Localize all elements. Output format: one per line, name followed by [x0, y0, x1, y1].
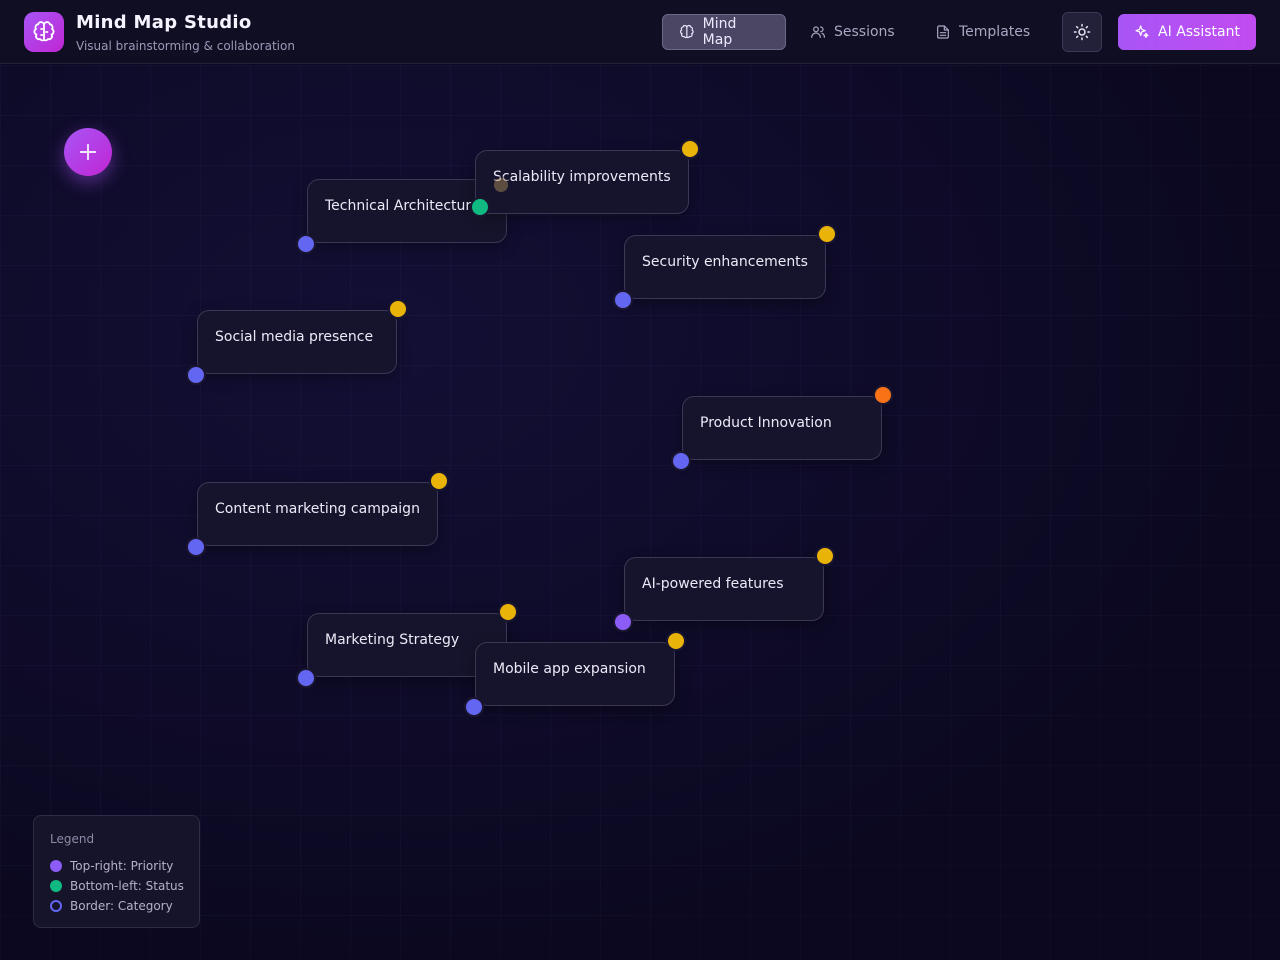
- nav-mind-map[interactable]: Mind Map: [662, 14, 786, 50]
- node-label: Marketing Strategy: [325, 632, 460, 648]
- node-label: Security enhancements: [642, 254, 808, 270]
- node-label: Product Innovation: [700, 415, 832, 431]
- node-scalability-improvements[interactable]: Scalability improvements: [475, 139, 700, 214]
- node-product-innovation[interactable]: Product Innovation: [671, 385, 893, 471]
- node-label: Mobile app expansion: [493, 661, 646, 677]
- node-label: AI-powered features: [642, 576, 784, 592]
- priority-dot[interactable]: [666, 631, 686, 651]
- nav-sessions[interactable]: Sessions: [794, 14, 911, 50]
- ai-assistant-button[interactable]: AI Assistant: [1118, 14, 1256, 50]
- status-dot[interactable]: [464, 697, 484, 717]
- nav-label: Templates: [959, 24, 1031, 40]
- legend-item-priority: Top-right: Priority: [50, 856, 199, 876]
- status-dot[interactable]: [613, 290, 633, 310]
- legend-label: Bottom-left: Status: [70, 879, 184, 893]
- status-dot[interactable]: [186, 537, 206, 557]
- legend-item-status: Bottom-left: Status: [50, 876, 199, 896]
- priority-dot[interactable]: [388, 299, 408, 319]
- node-label: Scalability improvements: [493, 169, 671, 185]
- nav-label: Sessions: [834, 24, 895, 40]
- app-title: Mind Map Studio: [76, 12, 252, 33]
- app-header: Mind Map Studio Visual brainstorming & c…: [0, 0, 1280, 64]
- status-dot[interactable]: [492, 176, 510, 194]
- sun-icon: [1073, 23, 1091, 41]
- node-social-media-presence[interactable]: Social media presence: [186, 299, 408, 385]
- ai-assistant-label: AI Assistant: [1158, 24, 1240, 40]
- legend-item-category: Border: Category: [50, 896, 199, 916]
- status-dot[interactable]: [186, 365, 206, 385]
- sparkles-icon: [1135, 25, 1149, 38]
- app-subtitle: Visual brainstorming & collaboration: [76, 39, 295, 53]
- nav-label: Mind Map: [702, 16, 737, 48]
- node-label: Content marketing campaign: [215, 501, 420, 517]
- node-security-enhancements[interactable]: Security enhancements: [613, 224, 837, 310]
- theme-toggle-button[interactable]: [1062, 12, 1102, 52]
- priority-dot[interactable]: [680, 139, 700, 159]
- users-icon: [811, 26, 825, 38]
- brain-icon: [33, 21, 55, 42]
- status-dot[interactable]: [296, 234, 316, 254]
- node-ai-powered-features[interactable]: AI-powered features: [613, 546, 835, 632]
- status-dot[interactable]: [296, 668, 316, 688]
- legend-dot: [50, 880, 62, 892]
- legend-label: Top-right: Priority: [70, 859, 174, 873]
- add-node-button[interactable]: [64, 128, 112, 176]
- priority-dot[interactable]: [817, 224, 837, 244]
- node-label: Social media presence: [215, 329, 374, 345]
- priority-dot[interactable]: [815, 546, 835, 566]
- legend-title: Legend: [50, 832, 95, 846]
- node-content-marketing-campaign[interactable]: Content marketing campaign: [186, 471, 449, 557]
- node-label: Technical Architecture: [325, 198, 475, 214]
- priority-dot[interactable]: [470, 197, 490, 217]
- priority-dot[interactable]: [429, 471, 449, 491]
- status-dot[interactable]: [613, 612, 633, 632]
- document-icon: [937, 25, 949, 39]
- plus-icon: [79, 143, 97, 161]
- priority-dot[interactable]: [873, 385, 893, 405]
- nav-templates[interactable]: Templates: [919, 14, 1046, 50]
- legend-dot: [50, 900, 62, 912]
- logo: [24, 12, 64, 52]
- legend-label: Border: Category: [70, 899, 173, 913]
- legend-dot: [50, 860, 62, 872]
- status-dot[interactable]: [671, 451, 691, 471]
- legend-panel: Legend Top-right: Priority Bottom-left: …: [33, 815, 200, 928]
- priority-dot[interactable]: [498, 602, 518, 622]
- brain-icon: [680, 24, 694, 39]
- node-mobile-app-expansion[interactable]: Mobile app expansion: [464, 631, 686, 717]
